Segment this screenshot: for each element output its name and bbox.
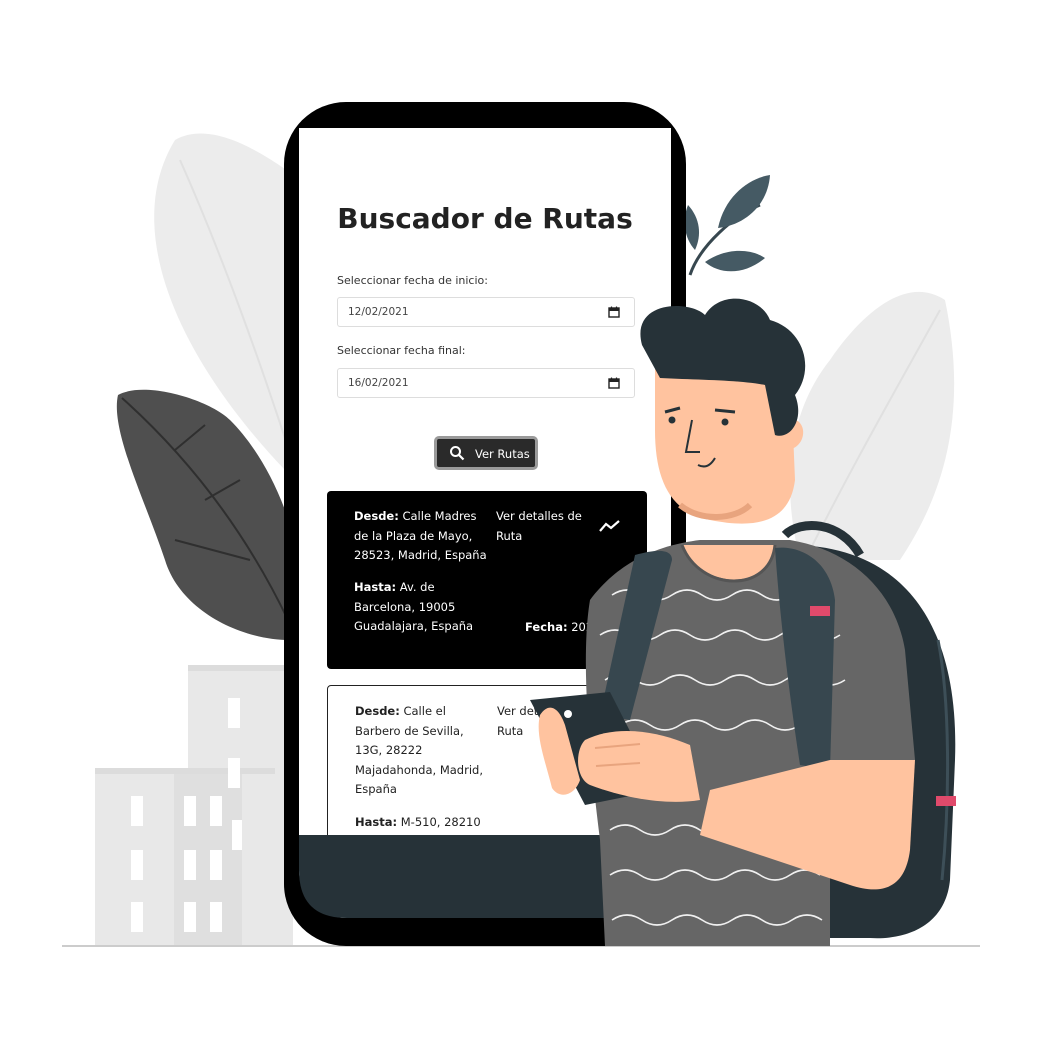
- illustration: Buscador de Rutas Seleccionar fecha de i…: [0, 0, 1042, 1042]
- person-illustration: [530, 298, 956, 946]
